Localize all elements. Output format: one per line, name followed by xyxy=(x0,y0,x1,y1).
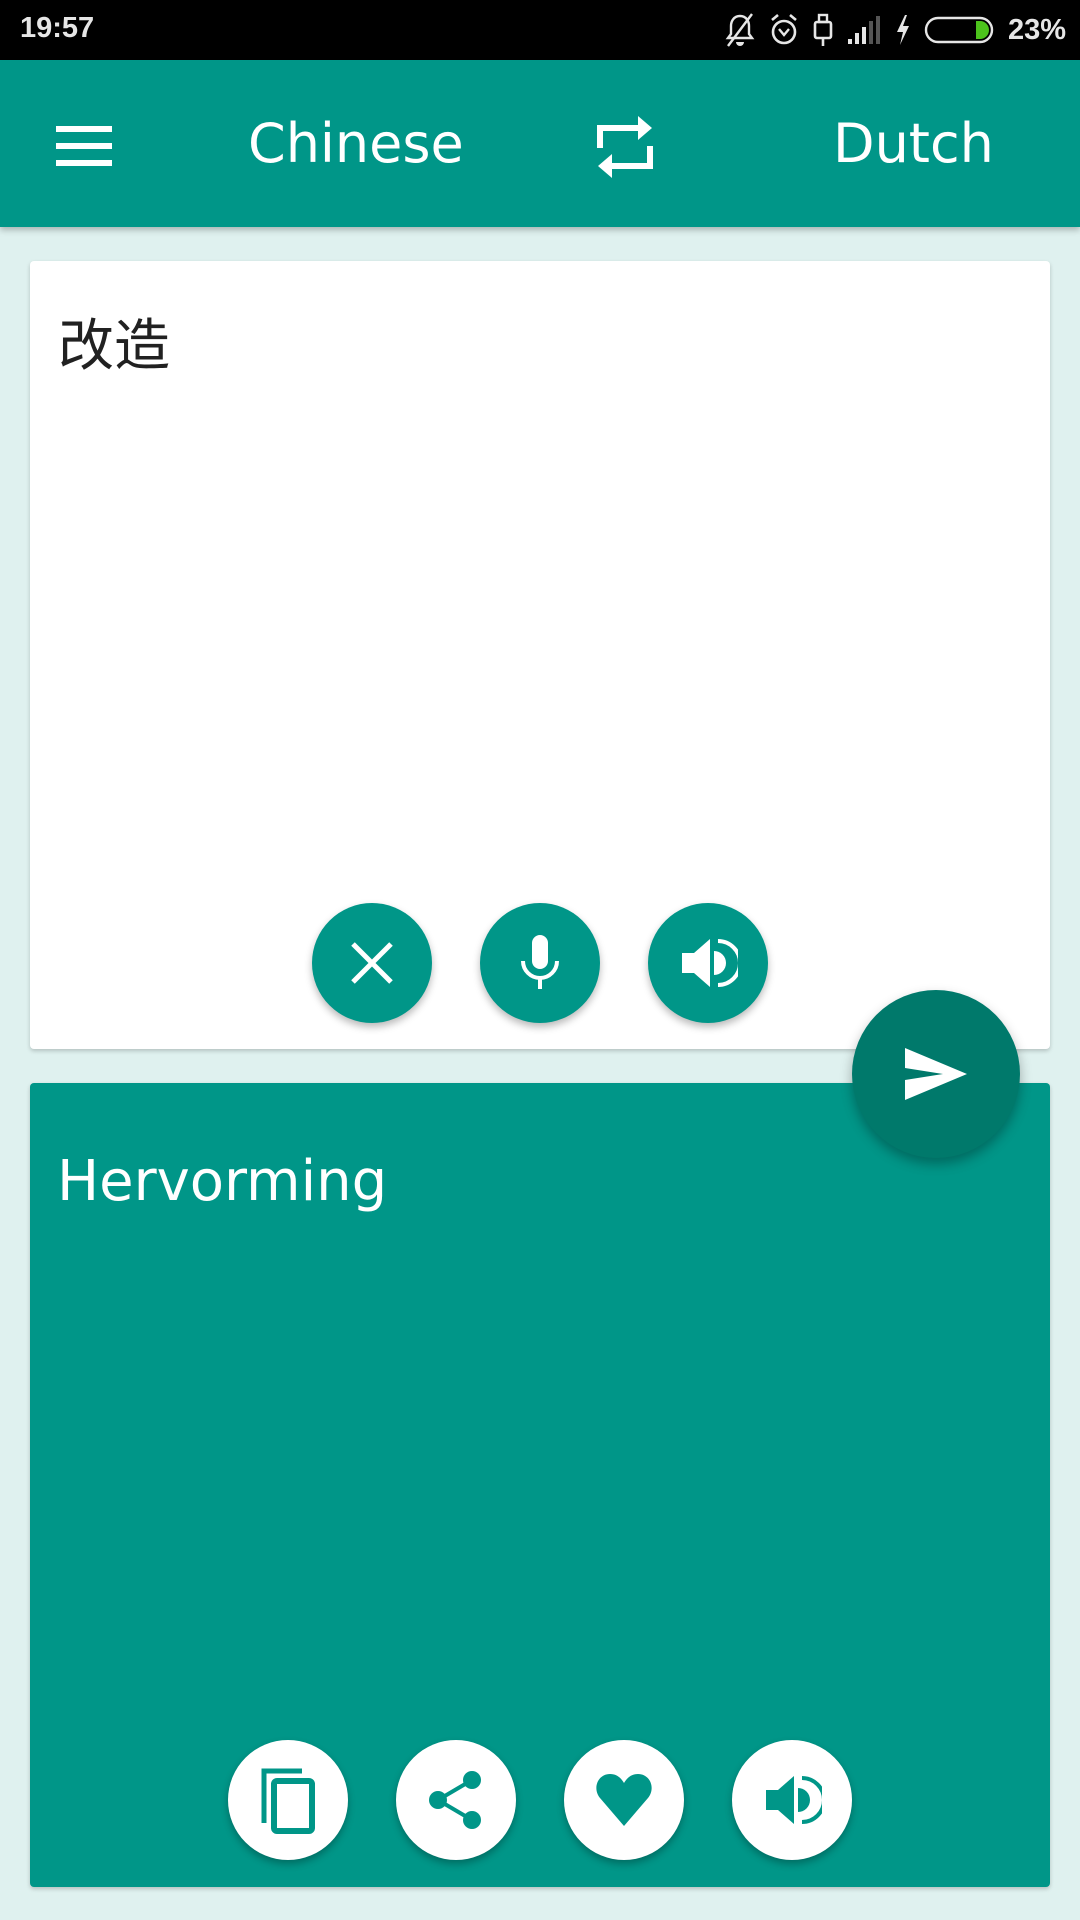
speak-translation-button[interactable] xyxy=(732,1740,852,1860)
voice-input-button[interactable] xyxy=(480,903,600,1023)
swap-languages-button[interactable] xyxy=(590,112,660,182)
status-icons: 23% xyxy=(724,10,1066,50)
alarm-icon xyxy=(768,12,800,48)
share-icon xyxy=(429,1771,481,1829)
status-time: 19:57 xyxy=(20,12,95,44)
source-text-input[interactable]: 改造 xyxy=(58,301,1018,382)
source-language-selector[interactable]: Chinese xyxy=(248,112,464,176)
mic-icon xyxy=(521,935,559,989)
share-button[interactable] xyxy=(396,1740,516,1860)
menu-icon xyxy=(56,126,112,166)
usb-icon xyxy=(812,12,834,48)
target-language-selector[interactable]: Dutch xyxy=(833,112,994,176)
close-icon xyxy=(351,942,393,984)
notifications-off-icon xyxy=(724,12,756,48)
charging-icon xyxy=(894,14,912,46)
favorite-button[interactable] xyxy=(564,1740,684,1860)
input-card: 改造 xyxy=(30,261,1050,1049)
app-bar: Chinese Dutch xyxy=(0,60,1080,227)
battery-percent: 23% xyxy=(1007,13,1066,46)
signal-icon xyxy=(846,15,882,45)
battery-icon xyxy=(924,15,996,45)
status-bar: 19:57 23% xyxy=(0,0,1080,60)
volume-icon xyxy=(682,939,738,987)
send-icon xyxy=(905,1048,967,1100)
clear-button[interactable] xyxy=(312,903,432,1023)
volume-icon xyxy=(766,1776,822,1824)
menu-button[interactable] xyxy=(44,114,112,174)
translation-text: Hervorming xyxy=(57,1149,388,1214)
heart-icon xyxy=(596,1774,652,1826)
output-card: Hervorming xyxy=(30,1083,1050,1887)
speak-source-button[interactable] xyxy=(648,903,768,1023)
copy-icon xyxy=(261,1768,315,1834)
swap-icon xyxy=(597,116,653,178)
translate-button[interactable] xyxy=(852,990,1020,1158)
copy-button[interactable] xyxy=(228,1740,348,1860)
